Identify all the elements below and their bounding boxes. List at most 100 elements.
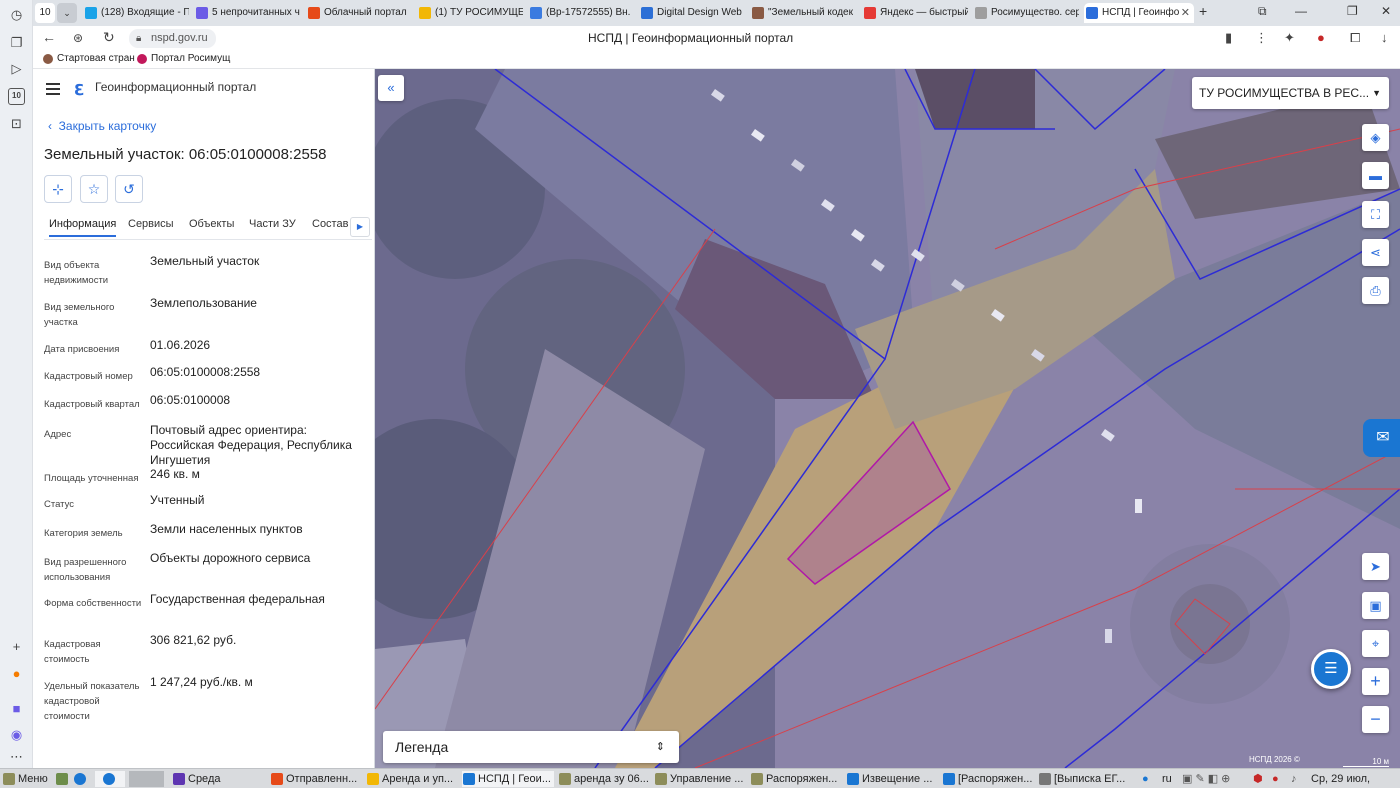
tab-favicon xyxy=(530,7,542,19)
profile-icon[interactable]: ● xyxy=(1317,30,1325,45)
extension-icon[interactable]: ✦ xyxy=(1284,30,1295,46)
organization-selector[interactable]: ТУ РОСИМУЩЕСТВА В РЕС... ▼ xyxy=(1192,77,1389,109)
browser-tab-active[interactable]: НСПД | Геоинфо ✕ xyxy=(1084,3,1194,23)
lock-icon: 🔒︎ xyxy=(136,33,142,44)
puzzle-icon[interactable]: ⧠ xyxy=(1350,30,1360,46)
locate-object-button[interactable]: ⌖ xyxy=(1362,630,1389,657)
collapse-panel-button[interactable]: « xyxy=(378,75,404,101)
browser-tab[interactable]: Облачный портал xyxy=(306,3,412,23)
volume-icon[interactable]: ♪ xyxy=(1291,771,1297,787)
zoom-to-object-button[interactable]: ⊹ xyxy=(44,175,72,203)
browser-tab[interactable]: (1) ТУ РОСИМУЩЕ xyxy=(417,3,523,23)
taskbar-window[interactable]: Извещение ... xyxy=(846,771,938,787)
collections-window-icon[interactable]: ⧉ xyxy=(1258,4,1267,19)
zoom-in-button[interactable]: + xyxy=(1362,668,1389,695)
protect-icon[interactable]: ⊛ xyxy=(73,31,83,45)
collections-icon[interactable]: ❐ xyxy=(8,34,25,51)
taskbar-window-active[interactable]: НСПД | Геои... xyxy=(462,771,554,787)
clock[interactable]: Ср, 29 июл, 17:36 xyxy=(1311,771,1400,788)
tray-icons[interactable]: ▣ ✎ ◧ ⊕ xyxy=(1182,771,1230,787)
property-value: Почтовый адрес ориентира: Российская Фед… xyxy=(150,423,352,467)
screenshot-icon[interactable]: ⊡ xyxy=(8,115,25,132)
yandex-tray-icon[interactable]: ● xyxy=(1142,771,1149,787)
property-label: Кадастровая стоимость xyxy=(44,639,101,665)
taskbar-window[interactable]: [Выписка ЕГ... xyxy=(1038,771,1138,787)
back-icon[interactable]: ← xyxy=(42,29,56,45)
close-window-icon[interactable]: ✕ xyxy=(1381,4,1391,18)
share-button[interactable]: ⋖ xyxy=(1362,239,1389,266)
add-icon[interactable]: + xyxy=(8,638,25,655)
close-tab-icon[interactable]: ✕ xyxy=(1181,3,1190,23)
map-view[interactable]: « ТУ РОСИМУЩЕСТВА В РЕС... ▼ ◈ ▬ ⛶ ⋖ ⎙ ✉ … xyxy=(375,69,1400,768)
file-manager-launcher[interactable] xyxy=(55,771,73,787)
page-title: НСПД | Геоинформационный портал xyxy=(588,31,794,45)
browser-tab[interactable]: (128) Входящие - П xyxy=(83,3,189,23)
favorite-button[interactable]: ☆ xyxy=(80,175,108,203)
minimize-icon[interactable]: — xyxy=(1295,4,1307,18)
assistant-app-icon[interactable]: ◉ xyxy=(8,726,25,743)
tab-bar: 10 ⌄ (128) Входящие - П 5 непрочитанных … xyxy=(33,0,1400,26)
browser-tab[interactable]: "Земельный кодек xyxy=(750,3,856,23)
keyboard-layout[interactable]: ru xyxy=(1162,771,1172,787)
layers-button[interactable]: ◈ xyxy=(1362,124,1389,151)
tab-objects[interactable]: Объекты xyxy=(189,218,234,230)
play-icon[interactable]: ▷ xyxy=(8,60,25,77)
more-icon[interactable]: ⋯ xyxy=(8,748,25,765)
browser-launcher-active[interactable] xyxy=(95,771,125,787)
taskbar-window[interactable]: Среда xyxy=(172,771,262,787)
print-button[interactable]: ⎙ xyxy=(1362,277,1389,304)
menu-icon[interactable] xyxy=(46,83,60,95)
browser-tab[interactable]: Яндекс — быстрый xyxy=(862,3,968,23)
taskbar-window[interactable]: [Распоряжен... xyxy=(942,771,1034,787)
property-value: Землепользование xyxy=(150,296,257,310)
tab-parts[interactable]: Части ЗУ xyxy=(249,218,296,230)
mail-app-icon[interactable]: ● xyxy=(8,665,25,682)
support-chat-button[interactable]: ☰ xyxy=(1311,649,1351,689)
bookmark-item[interactable]: Портал Росимущ xyxy=(137,53,230,64)
geolocate-button[interactable]: ➤ xyxy=(1362,553,1389,580)
workspace-switcher[interactable] xyxy=(129,771,164,787)
tab-list-dropdown[interactable]: ⌄ xyxy=(57,3,77,23)
messenger-app-icon[interactable]: ■ xyxy=(8,700,25,717)
browser-launcher[interactable] xyxy=(73,771,91,787)
navigation-arrow-icon: ➤ xyxy=(1370,559,1381,574)
tab-information[interactable]: Информация xyxy=(49,218,117,237)
portal-logo-icon: ℇ xyxy=(74,82,84,99)
new-tab-button[interactable]: + xyxy=(1199,3,1207,19)
tab-services[interactable]: Сервисы xyxy=(128,218,174,230)
select-area-button[interactable]: ⛶ xyxy=(1362,201,1389,228)
close-card-link[interactable]: ‹ Закрыть карточку xyxy=(48,119,156,133)
antivirus-icon[interactable]: ⬢ xyxy=(1253,771,1263,787)
browser-tab[interactable]: Digital Design Web xyxy=(639,3,745,23)
window-icon xyxy=(271,773,283,785)
url-field[interactable]: 🔒︎ nspd.gov.ru xyxy=(129,29,216,48)
tabs-scroll-right-button[interactable]: ▶ xyxy=(350,217,370,237)
maximize-icon[interactable]: ❐ xyxy=(1347,4,1358,18)
download-icon[interactable]: ↓ xyxy=(1381,30,1388,45)
zoom-out-button[interactable]: − xyxy=(1362,706,1389,733)
property-label: Адрес xyxy=(44,429,72,440)
browser-tab[interactable]: Росимущество. сер xyxy=(973,3,1079,23)
history-icon[interactable]: ◷ xyxy=(8,6,25,23)
bookmark-icon[interactable]: ▮ xyxy=(1225,30,1232,46)
measure-button[interactable]: ▬ xyxy=(1362,162,1389,189)
tab-count[interactable]: 10 xyxy=(35,3,55,23)
taskbar-window[interactable]: аренда зу 06... xyxy=(558,771,650,787)
calendar-icon[interactable]: 10 xyxy=(8,88,25,105)
security-icon[interactable]: ● xyxy=(1272,771,1279,787)
browser-tab[interactable]: (Вр-17572555) Вн. xyxy=(528,3,634,23)
browser-tab[interactable]: 5 непрочитанных ч xyxy=(194,3,301,23)
taskbar-window[interactable]: Управление ... xyxy=(654,771,746,787)
menu-dots-icon[interactable]: ⋮ xyxy=(1255,30,1268,46)
history-button[interactable]: ↺ xyxy=(115,175,143,203)
basemap-button[interactable]: ▣ xyxy=(1362,592,1389,619)
start-menu-button[interactable]: Меню xyxy=(2,771,52,787)
taskbar-window[interactable]: Отправленн... xyxy=(270,771,362,787)
assistant-side-button[interactable]: ✉ xyxy=(1363,419,1400,457)
triangle-down-icon: ▼ xyxy=(1372,88,1381,98)
legend-dropdown[interactable]: Легенда ⇕ xyxy=(383,731,679,763)
bookmark-item[interactable]: Стартовая стран xyxy=(43,53,135,64)
taskbar-window[interactable]: Аренда и уп... xyxy=(366,771,458,787)
reload-icon[interactable]: ↻ xyxy=(103,29,115,46)
taskbar-window[interactable]: Распоряжен... xyxy=(750,771,842,787)
